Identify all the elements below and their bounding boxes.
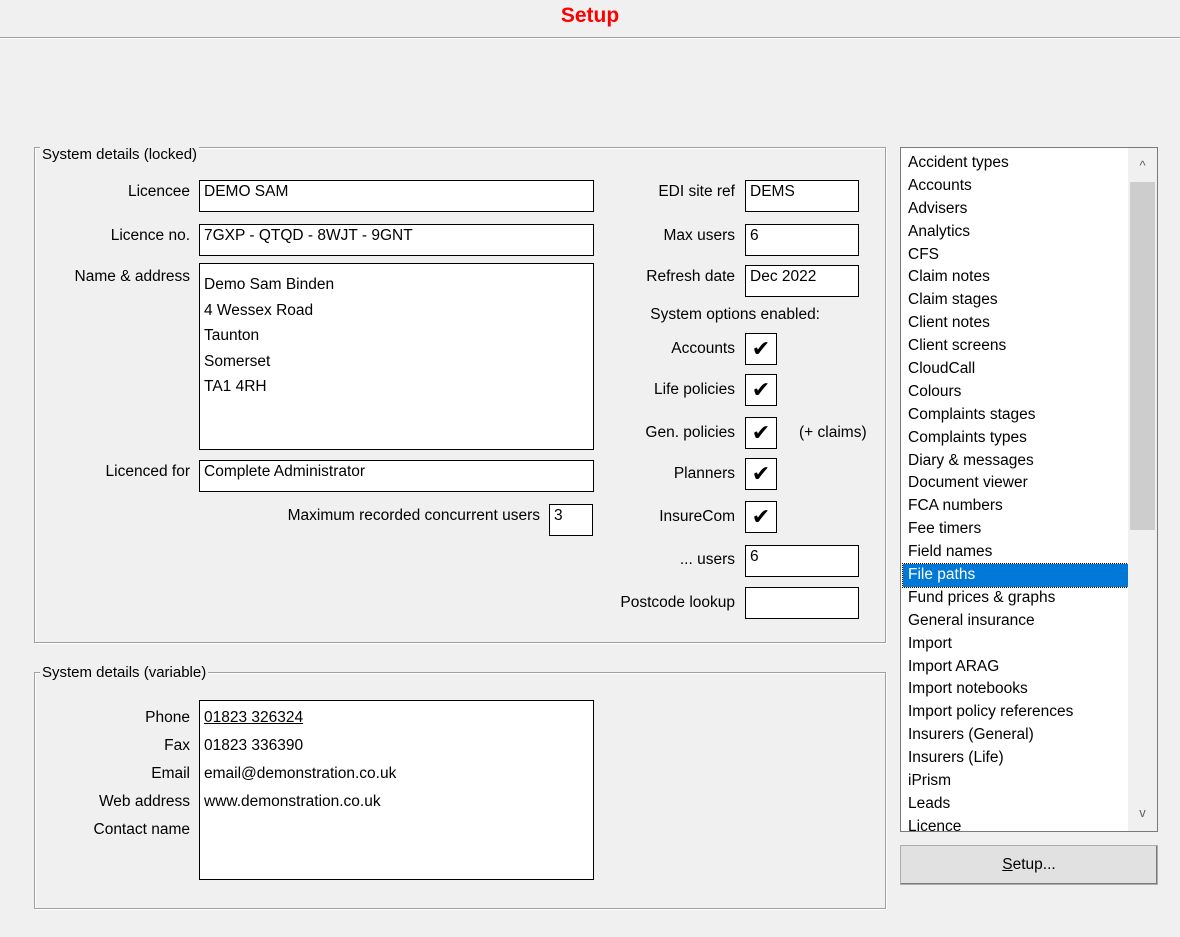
email-field[interactable]: email@demonstration.co.uk xyxy=(204,760,396,788)
fax-label: Fax xyxy=(164,737,190,754)
list-item[interactable]: CFS xyxy=(903,244,1128,267)
list-item[interactable]: Document viewer xyxy=(903,472,1128,495)
accounts-checkbox[interactable]: ✔ xyxy=(745,333,777,365)
list-item[interactable]: Advisers xyxy=(903,198,1128,221)
address-line: Somerset xyxy=(204,352,271,370)
list-item[interactable]: Claim stages xyxy=(903,289,1128,312)
list-item[interactable]: iPrism xyxy=(903,770,1128,793)
max-recorded-field[interactable]: 3 xyxy=(549,504,593,536)
phone-label: Phone xyxy=(145,709,190,726)
list-item[interactable]: Client screens xyxy=(903,335,1128,358)
licencee-label: Licencee xyxy=(127,183,190,200)
list-item[interactable]: Complaints types xyxy=(903,427,1128,450)
life-policies-checkbox[interactable]: ✔ xyxy=(745,374,777,406)
address-line: Taunton xyxy=(204,327,260,344)
licence-no-label: Licence no. xyxy=(110,227,190,244)
list-item[interactable]: Import xyxy=(903,633,1128,656)
list-item[interactable]: Licence xyxy=(903,816,1128,831)
postcode-lookup-label: Postcode lookup xyxy=(620,594,735,611)
max-recorded-label: Maximum recorded concurrent users xyxy=(287,507,540,524)
gen-policies-note: (+ claims) xyxy=(799,424,867,441)
list-item[interactable]: Insurers (General) xyxy=(903,724,1128,747)
gen-policies-checkbox[interactable]: ✔ xyxy=(745,417,777,449)
list-item[interactable]: Import notebooks xyxy=(903,678,1128,701)
insurecom-checkbox[interactable]: ✔ xyxy=(745,501,777,533)
list-item[interactable]: Complaints stages xyxy=(903,404,1128,427)
refresh-date-label: Refresh date xyxy=(646,268,735,285)
planners-checkbox[interactable]: ✔ xyxy=(745,458,777,490)
list-item[interactable]: File paths xyxy=(902,563,1129,588)
setup-button-label: etup... xyxy=(1012,856,1056,873)
variable-values: 01823 326324 01823 336390 email@demonstr… xyxy=(204,704,396,844)
list-item[interactable]: Colours xyxy=(903,381,1128,404)
setup-button-mnemonic: S xyxy=(1002,856,1013,873)
title-divider xyxy=(0,37,1180,39)
list-item[interactable]: Accounts xyxy=(903,175,1128,198)
address-line: Demo Sam Binden xyxy=(204,276,335,293)
licenced-for-field[interactable]: Complete Administrator xyxy=(199,460,594,492)
gen-policies-option-label: Gen. policies xyxy=(645,424,735,441)
list-item[interactable]: Import policy references xyxy=(903,701,1128,724)
setup-button[interactable]: Setup... xyxy=(900,845,1158,885)
edi-label: EDI site ref xyxy=(658,183,735,200)
licencee-field[interactable]: DEMO SAM xyxy=(199,180,594,212)
list-item[interactable]: Claim notes xyxy=(903,266,1128,289)
list-item[interactable]: Import ARAG xyxy=(903,656,1128,679)
planners-option-label: Planners xyxy=(673,465,735,482)
max-users-label: Max users xyxy=(663,227,736,244)
list-item[interactable]: Leads xyxy=(903,793,1128,816)
list-item[interactable]: Client notes xyxy=(903,312,1128,335)
scroll-thumb[interactable] xyxy=(1130,182,1155,530)
list-item[interactable]: Accident types xyxy=(903,152,1128,175)
edi-field[interactable]: DEMS xyxy=(745,180,859,212)
setup-categories-list[interactable]: Accident types Accounts Advisers Analytics C… xyxy=(900,147,1158,832)
scroll-up-arrow-icon[interactable]: ^ xyxy=(1128,152,1157,180)
list-item[interactable]: Field names xyxy=(903,541,1128,564)
address-label: Name & address xyxy=(74,268,190,285)
list-item[interactable]: Insurers (Life) xyxy=(903,747,1128,770)
list-item[interactable]: Fund prices & graphs xyxy=(903,587,1128,610)
postcode-lookup-field[interactable] xyxy=(745,587,859,619)
options-enabled-label: System options enabled: xyxy=(650,306,820,323)
list-item[interactable]: Analytics xyxy=(903,221,1128,244)
list-item[interactable]: FCA numbers xyxy=(903,495,1128,518)
list-item[interactable]: Diary & messages xyxy=(903,450,1128,473)
contact-name-label: Contact name xyxy=(93,821,191,838)
accounts-option-label: Accounts xyxy=(671,340,735,357)
scroll-down-arrow-icon[interactable]: v xyxy=(1128,799,1157,827)
locked-group-caption: System details (locked) xyxy=(40,146,200,163)
address-line: TA1 4RH xyxy=(204,378,267,395)
licenced-for-label: Licenced for xyxy=(105,463,190,480)
variable-group-caption: System details (variable) xyxy=(40,664,209,681)
insurecom-option-label: InsureCom xyxy=(659,508,735,525)
page-title: Setup xyxy=(560,4,620,27)
list-scrollbar[interactable]: ^ v xyxy=(1128,148,1157,831)
phone-field[interactable]: 01823 326324 xyxy=(204,704,396,732)
web-address-field[interactable]: www.demonstration.co.uk xyxy=(204,788,396,816)
max-users-field[interactable]: 6 xyxy=(745,224,859,256)
users-label: ... users xyxy=(679,551,735,568)
email-label: Email xyxy=(151,765,190,782)
list-item[interactable]: Fee timers xyxy=(903,518,1128,541)
list-item[interactable]: CloudCall xyxy=(903,358,1128,381)
address-field[interactable]: Demo Sam Binden 4 Wessex Road Taunton So… xyxy=(199,263,594,450)
address-line: 4 Wessex Road xyxy=(204,301,314,319)
refresh-date-field[interactable]: Dec 2022 xyxy=(745,265,859,297)
fax-field[interactable]: 01823 336390 xyxy=(204,732,396,760)
life-policies-option-label: Life policies xyxy=(654,381,735,398)
setup-list-items: Accident types Accounts Advisers Analytics C… xyxy=(902,152,1129,831)
list-item[interactable]: General insurance xyxy=(903,610,1128,633)
users-field[interactable]: 6 xyxy=(745,545,859,577)
contact-name-field[interactable] xyxy=(204,816,396,844)
variable-labels: Phone Fax Email Web address Contact name xyxy=(40,704,191,844)
web-address-label: Web address xyxy=(98,793,190,810)
licence-no-field[interactable]: 7GXP - QTQD - 8WJT - 9GNT xyxy=(199,224,594,256)
